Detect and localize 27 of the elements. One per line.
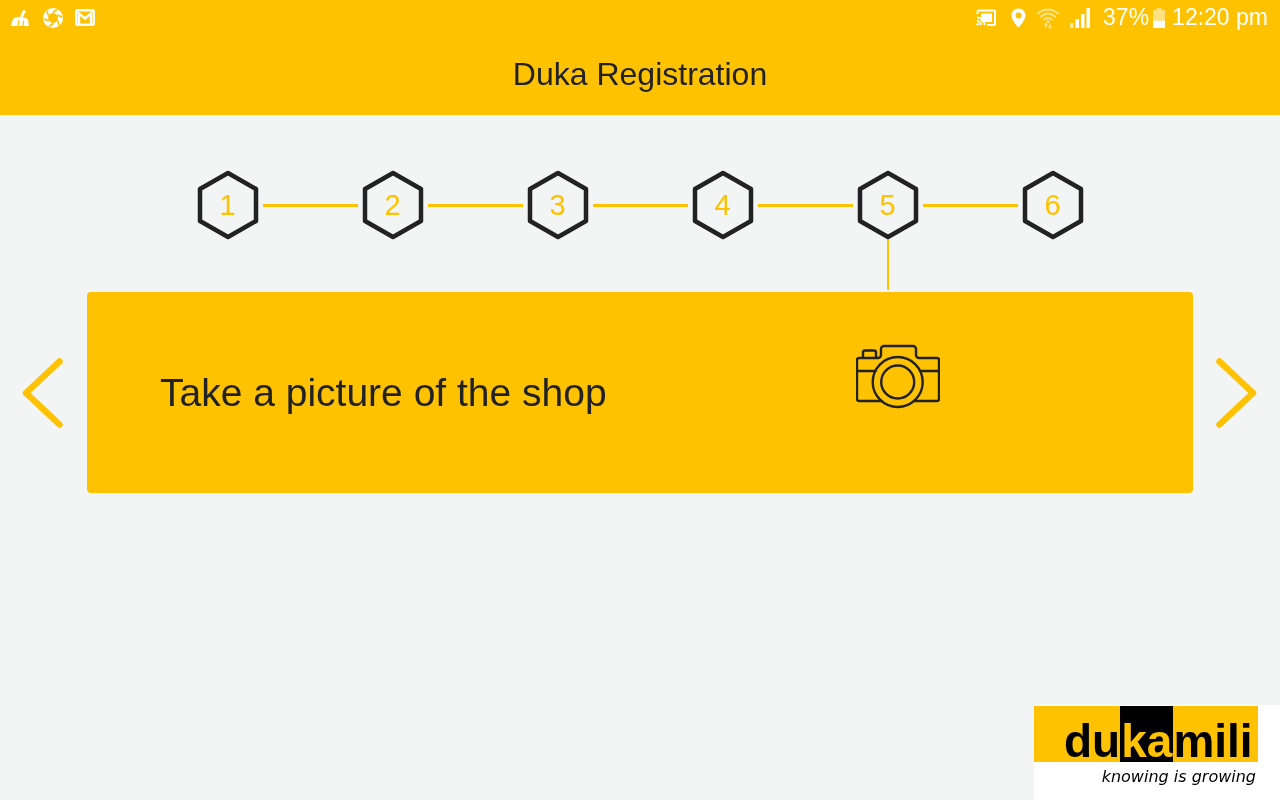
cast-icon	[976, 9, 997, 26]
screen-title: Duka Registration	[512, 58, 768, 90]
step-button[interactable]: 4	[690, 170, 755, 240]
photo-prompt-card[interactable]: Take a picture of the shop	[87, 292, 1193, 493]
mail-icon	[75, 9, 95, 26]
aperture-icon	[43, 7, 63, 28]
clock-time: 12:20 pm	[1172, 6, 1268, 29]
logo-text: mili	[1173, 713, 1253, 762]
chevron-left-icon	[22, 357, 63, 428]
logo-text: du	[1064, 713, 1121, 762]
previous-button[interactable]	[22, 357, 63, 428]
step-button[interactable]: 6	[1020, 170, 1085, 240]
logo-tagline: knowing is growing	[1101, 769, 1256, 785]
location-pin-icon	[1011, 7, 1027, 28]
logo-text: ka	[1120, 706, 1174, 762]
step-button[interactable]: 2	[360, 170, 425, 240]
next-button[interactable]	[1216, 357, 1257, 428]
battery-percentage: 37%	[1103, 6, 1150, 29]
broom-icon	[10, 8, 31, 27]
step-button[interactable]: 1	[195, 170, 260, 240]
camera-icon	[856, 344, 940, 409]
battery-icon	[1153, 7, 1166, 28]
signal-icon	[1069, 7, 1092, 28]
chevron-right-icon	[1216, 357, 1257, 428]
wifi-icon	[1037, 6, 1060, 29]
card-prompt: Take a picture of the shop	[160, 373, 607, 412]
step-button[interactable]: 3	[525, 170, 590, 240]
